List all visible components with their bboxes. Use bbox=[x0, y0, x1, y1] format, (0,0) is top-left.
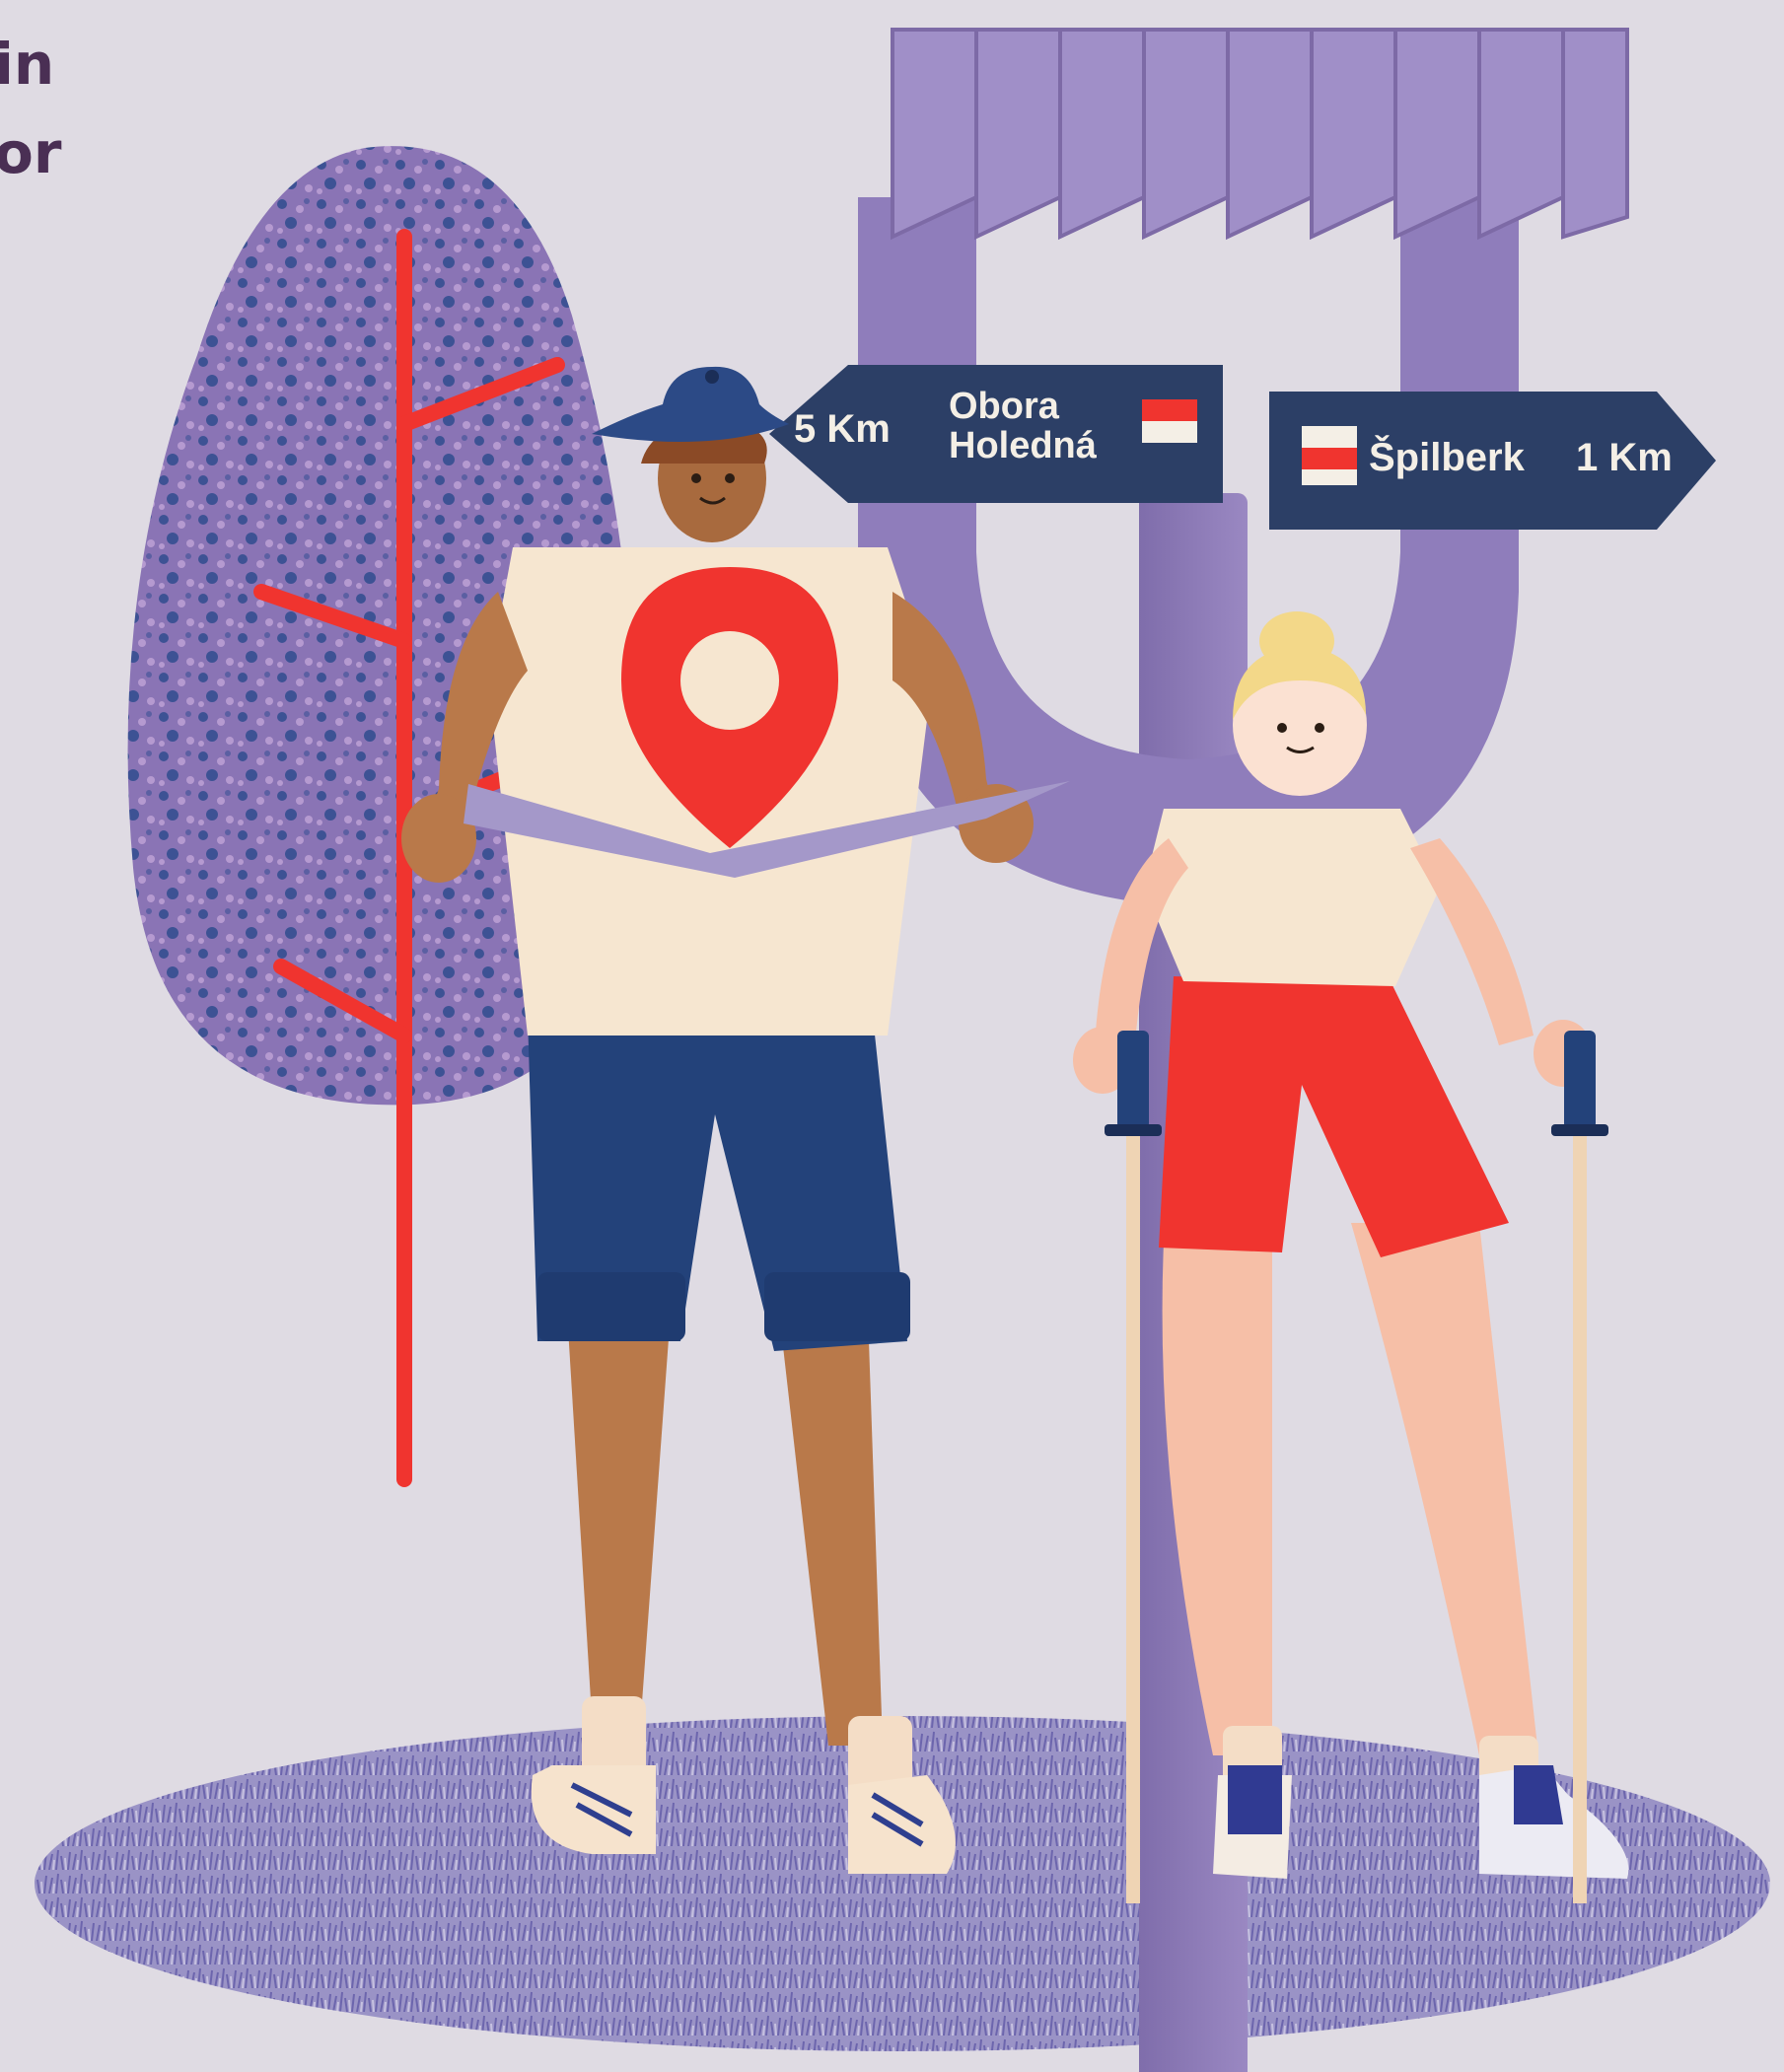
sign-left-destination-line-2: Holedná bbox=[949, 425, 1097, 466]
sign-left-destination-line-1: Obora bbox=[949, 386, 1059, 427]
trekking-pole-left bbox=[1126, 1036, 1140, 1903]
sign-right-distance: 1 Km bbox=[1576, 436, 1673, 479]
hat bbox=[592, 366, 789, 442]
trekking-pole-right bbox=[1573, 1036, 1587, 1903]
sign-right-destination: Špilberk bbox=[1369, 436, 1525, 479]
hair-bun bbox=[1259, 611, 1334, 671]
sign-roof bbox=[891, 28, 1629, 241]
sign-left-distance: 5 Km bbox=[794, 407, 891, 451]
hiking-illustration bbox=[35, 28, 1770, 2072]
